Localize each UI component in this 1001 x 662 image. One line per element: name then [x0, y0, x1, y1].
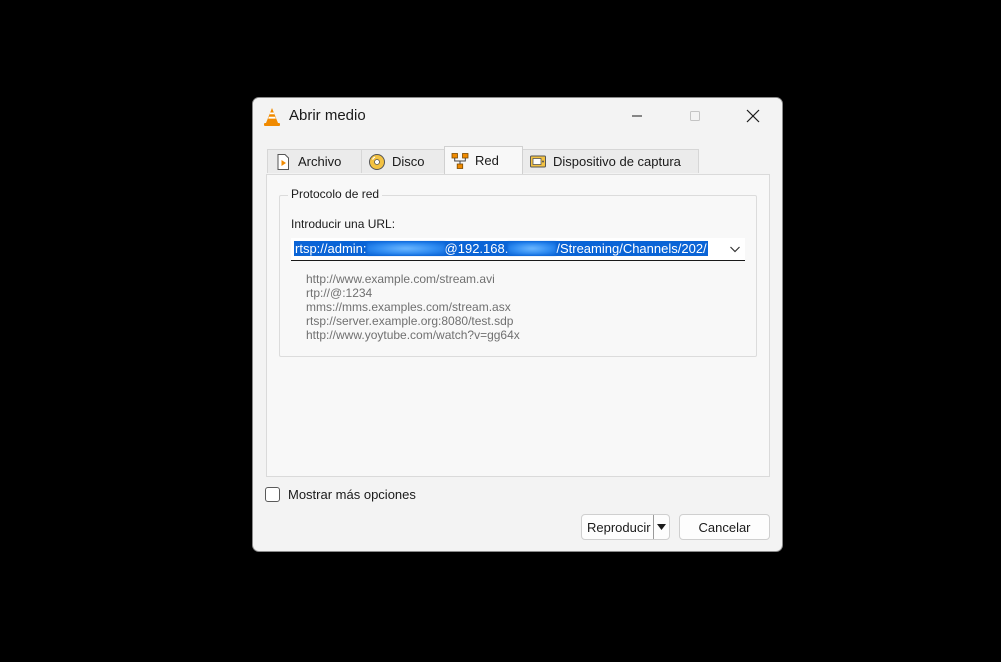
play-button-label: Reproducir — [587, 519, 651, 535]
chevron-down-icon[interactable] — [728, 242, 742, 256]
capture-device-icon — [529, 153, 547, 171]
network-protocol-group: Protocolo de red Introducir una URL: rts… — [279, 187, 757, 357]
network-panel: Protocolo de red Introducir una URL: rts… — [266, 174, 770, 477]
tab-label: Dispositivo de captura — [553, 154, 681, 169]
title-bar: Abrir medio — [253, 98, 782, 136]
caret-down-icon — [657, 524, 666, 530]
tab-label: Disco — [392, 154, 425, 169]
url-part: rtsp://admin: — [295, 241, 367, 256]
more-options-label: Mostrar más opciones — [288, 487, 416, 502]
more-options-row[interactable]: Mostrar más opciones — [265, 487, 416, 502]
more-options-checkbox[interactable] — [265, 487, 280, 502]
url-value: rtsp://admin: @192.168. /Streaming/Channel… — [294, 241, 708, 256]
file-play-icon — [274, 153, 292, 171]
url-part: /Streaming/Channels/202/ — [556, 241, 707, 256]
tab-label: Archivo — [298, 154, 342, 169]
tab-disco[interactable]: Disco — [361, 149, 445, 173]
url-label: Introducir una URL: — [291, 217, 396, 231]
close-icon — [746, 109, 760, 123]
network-icon — [451, 152, 469, 170]
example-url: mms://mms.examples.com/stream.asx — [306, 300, 511, 314]
vlc-cone-icon — [262, 107, 282, 127]
close-button[interactable] — [730, 98, 776, 134]
tab-red[interactable]: Red — [444, 146, 523, 174]
redacted-password — [366, 242, 445, 255]
maximize-icon — [690, 111, 700, 121]
tab-archivo[interactable]: Archivo — [267, 149, 362, 173]
maximize-button[interactable] — [672, 98, 718, 134]
example-url: http://www.yoytube.com/watch?v=gg64x — [306, 328, 520, 342]
play-button[interactable]: Reproducir — [581, 514, 670, 540]
url-input[interactable]: rtsp://admin: @192.168. /Streaming/Channel… — [291, 238, 745, 261]
tab-dispositivo-captura[interactable]: Dispositivo de captura — [522, 149, 699, 173]
example-url: rtp://@:1234 — [306, 286, 373, 300]
example-url: rtsp://server.example.org:8080/test.sdp — [306, 314, 514, 328]
play-dropdown-button[interactable] — [653, 515, 669, 539]
disc-icon — [368, 153, 386, 171]
window-title: Abrir medio — [289, 107, 366, 124]
redacted-ip — [508, 242, 557, 255]
cancel-button-label: Cancelar — [698, 519, 751, 535]
group-title: Protocolo de red — [288, 187, 383, 201]
minimize-button[interactable] — [614, 98, 660, 134]
tab-label: Red — [475, 153, 499, 168]
url-examples: http://www.example.com/stream.avi rtp://… — [306, 272, 520, 342]
minimize-icon — [632, 115, 642, 117]
url-part: @192.168. — [444, 241, 509, 256]
example-url: http://www.example.com/stream.avi — [306, 272, 495, 286]
open-media-dialog: Abrir medio Archivo Disco Red Dispositiv… — [252, 97, 783, 552]
cancel-button[interactable]: Cancelar — [679, 514, 770, 540]
